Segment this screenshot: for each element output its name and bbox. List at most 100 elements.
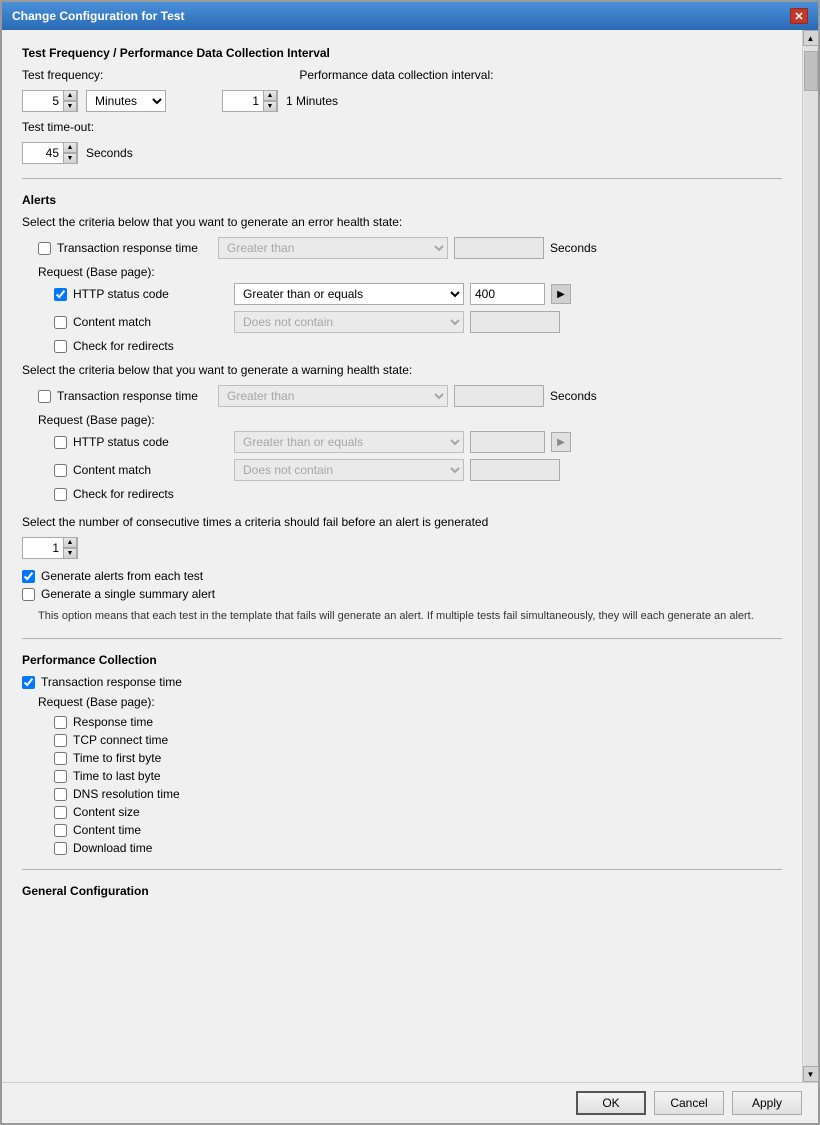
- scrollbar-up-button[interactable]: ▲: [803, 30, 819, 46]
- perf-first-byte-checkbox[interactable]: [54, 752, 67, 765]
- test-frequency-input[interactable]: 5: [23, 91, 63, 111]
- warning-content-checkbox[interactable]: [54, 464, 67, 477]
- perf-last-byte-checkbox[interactable]: [54, 770, 67, 783]
- warning-transaction-value-input[interactable]: [454, 385, 544, 407]
- error-transaction-unit: Seconds: [550, 241, 597, 255]
- frequency-section: Test Frequency / Performance Data Collec…: [22, 46, 782, 164]
- ok-button[interactable]: OK: [576, 1091, 646, 1115]
- perf-last-byte-row: Time to last byte: [54, 769, 782, 783]
- error-content-row: Content match Does not contain Contains: [54, 311, 782, 333]
- consecutive-input[interactable]: 1: [23, 538, 63, 558]
- cancel-button[interactable]: Cancel: [654, 1091, 724, 1115]
- perf-dns-checkbox[interactable]: [54, 788, 67, 801]
- consecutive-row: 1 ▲ ▼: [22, 537, 782, 559]
- apply-button[interactable]: Apply: [732, 1091, 802, 1115]
- scrollbar-down-button[interactable]: ▼: [803, 1066, 819, 1082]
- warning-transaction-operator-select[interactable]: Greater than Greater than or equals: [218, 385, 448, 407]
- scrollbar[interactable]: ▲ ▼: [802, 30, 818, 1082]
- spinner-down[interactable]: ▼: [63, 101, 77, 112]
- error-request-label: Request (Base page):: [38, 265, 782, 279]
- dialog: Change Configuration for Test ✕ Test Fre…: [0, 0, 820, 1125]
- title-bar: Change Configuration for Test ✕: [2, 2, 818, 30]
- perf-first-byte-label: Time to first byte: [73, 751, 161, 765]
- warning-content-row: Content match Does not contain Contains: [54, 459, 782, 481]
- timeout-label-row: Test time-out:: [22, 120, 782, 134]
- warning-http-value-input[interactable]: [470, 431, 545, 453]
- perf-download-checkbox[interactable]: [54, 842, 67, 855]
- warning-content-operator-select[interactable]: Does not contain Contains: [234, 459, 464, 481]
- warning-http-checkbox[interactable]: [54, 436, 67, 449]
- perf-transaction-checkbox[interactable]: [22, 676, 35, 689]
- error-redirects-row: Check for redirects: [54, 339, 782, 353]
- perf-tcp-checkbox[interactable]: [54, 734, 67, 747]
- perf-dns-label: DNS resolution time: [73, 787, 180, 801]
- performance-section: Performance Collection Transaction respo…: [22, 653, 782, 855]
- error-transaction-label: Transaction response time: [57, 241, 212, 255]
- warning-http-status-button[interactable]: ▶: [551, 432, 571, 452]
- warning-http-label: HTTP status code: [73, 435, 228, 449]
- generate-summary-label: Generate a single summary alert: [41, 587, 215, 601]
- warning-criteria-label: Select the criteria below that you want …: [22, 363, 782, 377]
- generate-each-checkbox[interactable]: [22, 570, 35, 583]
- timeout-spinner-up[interactable]: ▲: [63, 142, 77, 153]
- warning-redirects-checkbox[interactable]: [54, 488, 67, 501]
- spinner-up[interactable]: ▲: [63, 90, 77, 101]
- perf-spinner-down[interactable]: ▼: [263, 101, 277, 112]
- dialog-content: Test Frequency / Performance Data Collec…: [2, 30, 818, 1082]
- general-title: General Configuration: [22, 884, 782, 898]
- error-content-value-input[interactable]: [470, 311, 560, 333]
- error-http-status-button[interactable]: ▶: [551, 284, 571, 304]
- error-http-checkbox[interactable]: [54, 288, 67, 301]
- error-content-label: Content match: [73, 315, 228, 329]
- timeout-controls-row: 45 ▲ ▼ Seconds: [22, 142, 782, 164]
- perf-content-time-label: Content time: [73, 823, 141, 837]
- error-http-operator-select[interactable]: Greater than Greater than or equals Less…: [234, 283, 464, 305]
- perf-download-label: Download time: [73, 841, 152, 855]
- generate-summary-checkbox[interactable]: [22, 588, 35, 601]
- consecutive-spinner-buttons: ▲ ▼: [63, 537, 77, 559]
- close-button[interactable]: ✕: [790, 8, 808, 24]
- warning-content-label: Content match: [73, 463, 228, 477]
- warning-content-value-input[interactable]: [470, 459, 560, 481]
- scrollbar-track[interactable]: [804, 46, 818, 1066]
- perf-response-checkbox[interactable]: [54, 716, 67, 729]
- alerts-title: Alerts: [22, 193, 782, 207]
- error-redirects-checkbox[interactable]: [54, 340, 67, 353]
- error-http-value-input[interactable]: [470, 283, 545, 305]
- timeout-spinner[interactable]: 45 ▲ ▼: [22, 142, 78, 164]
- timeout-spinner-down[interactable]: ▼: [63, 153, 77, 164]
- perf-content-size-checkbox[interactable]: [54, 806, 67, 819]
- error-transaction-checkbox[interactable]: [38, 242, 51, 255]
- perf-content-time-checkbox[interactable]: [54, 824, 67, 837]
- test-frequency-spinner[interactable]: 5 ▲ ▼: [22, 90, 78, 112]
- scrollbar-thumb[interactable]: [804, 51, 818, 91]
- spinner-buttons: ▲ ▼: [63, 90, 77, 112]
- perf-first-byte-row: Time to first byte: [54, 751, 782, 765]
- frequency-unit-select[interactable]: Minutes Hours: [86, 90, 166, 112]
- perf-response-label: Response time: [73, 715, 153, 729]
- perf-download-row: Download time: [54, 841, 782, 855]
- perf-interval-input[interactable]: 1: [223, 91, 263, 111]
- consecutive-spinner-down[interactable]: ▼: [63, 548, 77, 559]
- perf-content-size-row: Content size: [54, 805, 782, 819]
- test-frequency-label: Test frequency:: [22, 68, 103, 82]
- consecutive-spinner[interactable]: 1 ▲ ▼: [22, 537, 78, 559]
- error-content-checkbox[interactable]: [54, 316, 67, 329]
- warning-http-operator-select[interactable]: Greater than or equals Greater than: [234, 431, 464, 453]
- error-content-operator-select[interactable]: Does not contain Contains: [234, 311, 464, 333]
- error-transaction-operator-select[interactable]: Greater than Greater than or equals Less…: [218, 237, 448, 259]
- perf-interval-label: Performance data collection interval:: [299, 68, 493, 82]
- consecutive-spinner-up[interactable]: ▲: [63, 537, 77, 548]
- alerts-section: Alerts Select the criteria below that yo…: [22, 193, 782, 624]
- perf-response-row: Response time: [54, 715, 782, 729]
- timeout-unit: Seconds: [86, 146, 133, 160]
- perf-spinner-up[interactable]: ▲: [263, 90, 277, 101]
- error-http-row: HTTP status code Greater than Greater th…: [54, 283, 782, 305]
- frequency-title: Test Frequency / Performance Data Collec…: [22, 46, 782, 60]
- error-transaction-row: Transaction response time Greater than G…: [38, 237, 782, 259]
- perf-interval-spinner[interactable]: 1 ▲ ▼: [222, 90, 278, 112]
- timeout-input[interactable]: 45: [23, 143, 63, 163]
- error-transaction-value-input[interactable]: [454, 237, 544, 259]
- generate-each-row: Generate alerts from each test: [22, 569, 782, 583]
- warning-transaction-checkbox[interactable]: [38, 390, 51, 403]
